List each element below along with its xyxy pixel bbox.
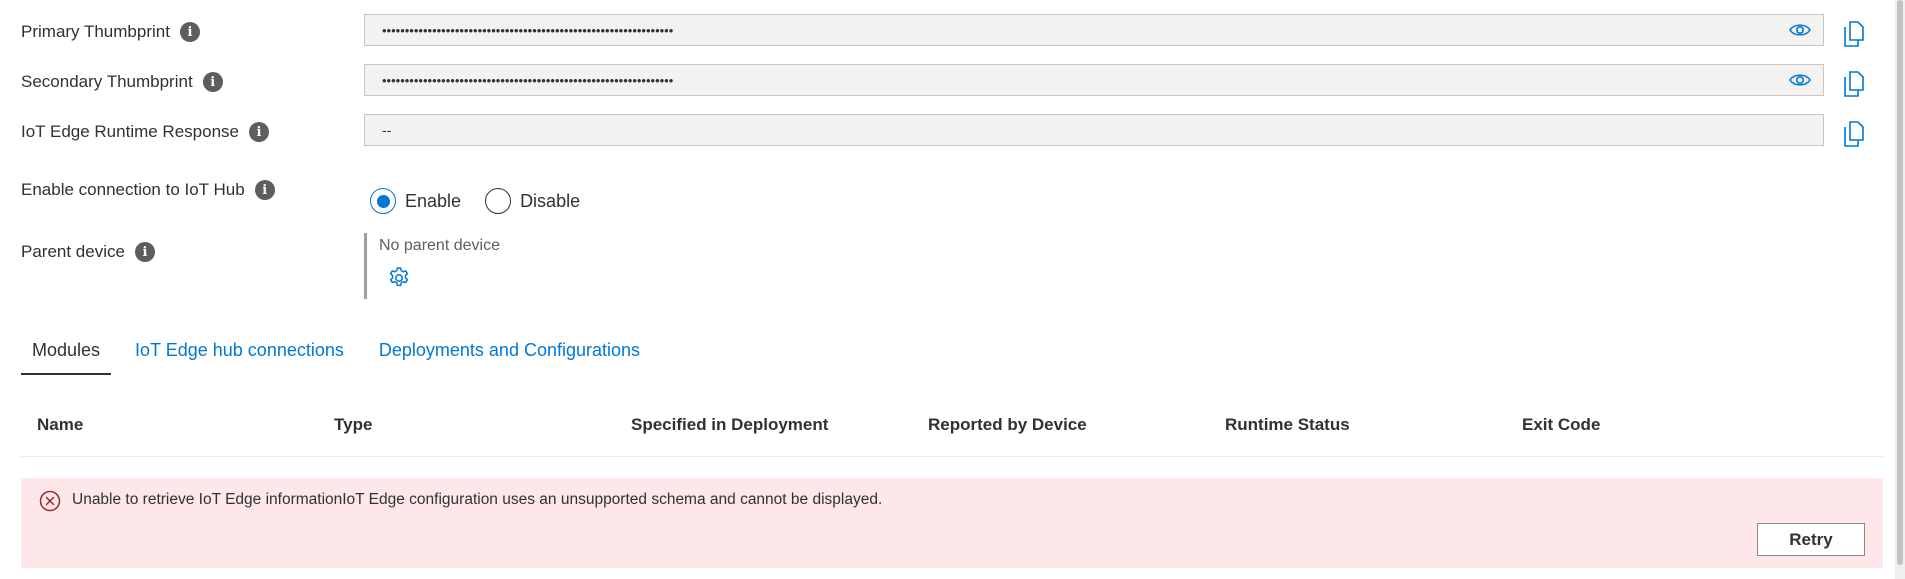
primary-thumbprint-value: ••••••••••••••••••••••••••••••••••••••••…	[382, 22, 674, 38]
parent-device-label: Parent device i	[21, 242, 155, 262]
disable-radio[interactable]: Disable	[485, 188, 580, 214]
column-header-exit-code[interactable]: Exit Code	[1522, 415, 1600, 435]
disable-radio-circle[interactable]	[485, 188, 512, 214]
enable-radio-label: Enable	[405, 190, 462, 211]
column-header-specified-in-deployment[interactable]: Specified in Deployment	[631, 415, 828, 435]
info-icon[interactable]: i	[248, 122, 269, 142]
info-icon[interactable]: i	[254, 180, 275, 200]
connection-label: Enable connection to IoT Hub i	[21, 180, 275, 200]
gear-icon[interactable]	[387, 266, 411, 290]
column-header-name[interactable]: Name	[37, 415, 83, 435]
tab-bar: Modules IoT Edge hub connections Deploym…	[21, 336, 664, 375]
disable-radio-label: Disable	[520, 190, 581, 211]
error-message: Unable to retrieve IoT Edge informationI…	[72, 491, 883, 508]
error-circle-icon	[39, 490, 61, 512]
runtime-response-label-text: IoT Edge Runtime Response	[21, 122, 239, 141]
tab-modules[interactable]: Modules	[21, 336, 112, 375]
runtime-response-field[interactable]: --	[364, 114, 1824, 146]
runtime-response-value: --	[382, 122, 392, 138]
scrollbar-thumb[interactable]	[1897, 0, 1903, 565]
modules-table-header: Name Type Specified in Deployment Report…	[21, 405, 1883, 457]
info-icon[interactable]: i	[134, 242, 155, 262]
parent-device-value: No parent device	[379, 237, 500, 254]
retry-button[interactable]: Retry	[1757, 523, 1865, 556]
copy-icon[interactable]	[1843, 21, 1865, 47]
secondary-thumbprint-field[interactable]: ••••••••••••••••••••••••••••••••••••••••…	[364, 64, 1824, 96]
primary-thumbprint-field[interactable]: ••••••••••••••••••••••••••••••••••••••••…	[364, 14, 1824, 46]
copy-icon[interactable]	[1843, 71, 1865, 97]
runtime-response-label: IoT Edge Runtime Response i	[21, 122, 269, 142]
info-icon[interactable]: i	[202, 72, 223, 92]
connection-label-text: Enable connection to IoT Hub	[21, 180, 245, 199]
column-header-type[interactable]: Type	[334, 415, 372, 435]
parent-device-label-text: Parent device	[21, 242, 125, 261]
eye-icon[interactable]	[1789, 22, 1811, 38]
enable-radio-circle[interactable]	[370, 188, 396, 214]
column-header-reported-by-device[interactable]: Reported by Device	[928, 415, 1087, 435]
error-banner: Unable to retrieve IoT Edge informationI…	[21, 478, 1883, 568]
tab-deployments-and-configurations[interactable]: Deployments and Configurations	[368, 336, 651, 375]
parent-device-box: No parent device	[364, 233, 500, 299]
primary-thumbprint-label: Primary Thumbprint i	[21, 22, 200, 42]
device-details-page: Primary Thumbprint i •••••••••••••••••••…	[0, 0, 1905, 579]
connection-radio-group: Enable Disable	[370, 188, 580, 214]
secondary-thumbprint-value: ••••••••••••••••••••••••••••••••••••••••…	[382, 72, 674, 88]
info-icon[interactable]: i	[179, 22, 200, 42]
enable-radio[interactable]: Enable	[370, 188, 461, 214]
eye-icon[interactable]	[1789, 72, 1811, 88]
primary-thumbprint-label-text: Primary Thumbprint	[21, 22, 170, 41]
column-header-runtime-status[interactable]: Runtime Status	[1225, 415, 1350, 435]
tab-iot-edge-hub-connections[interactable]: IoT Edge hub connections	[124, 336, 355, 375]
secondary-thumbprint-label-text: Secondary Thumbprint	[21, 72, 193, 91]
secondary-thumbprint-label: Secondary Thumbprint i	[21, 72, 223, 92]
copy-icon[interactable]	[1843, 121, 1865, 147]
